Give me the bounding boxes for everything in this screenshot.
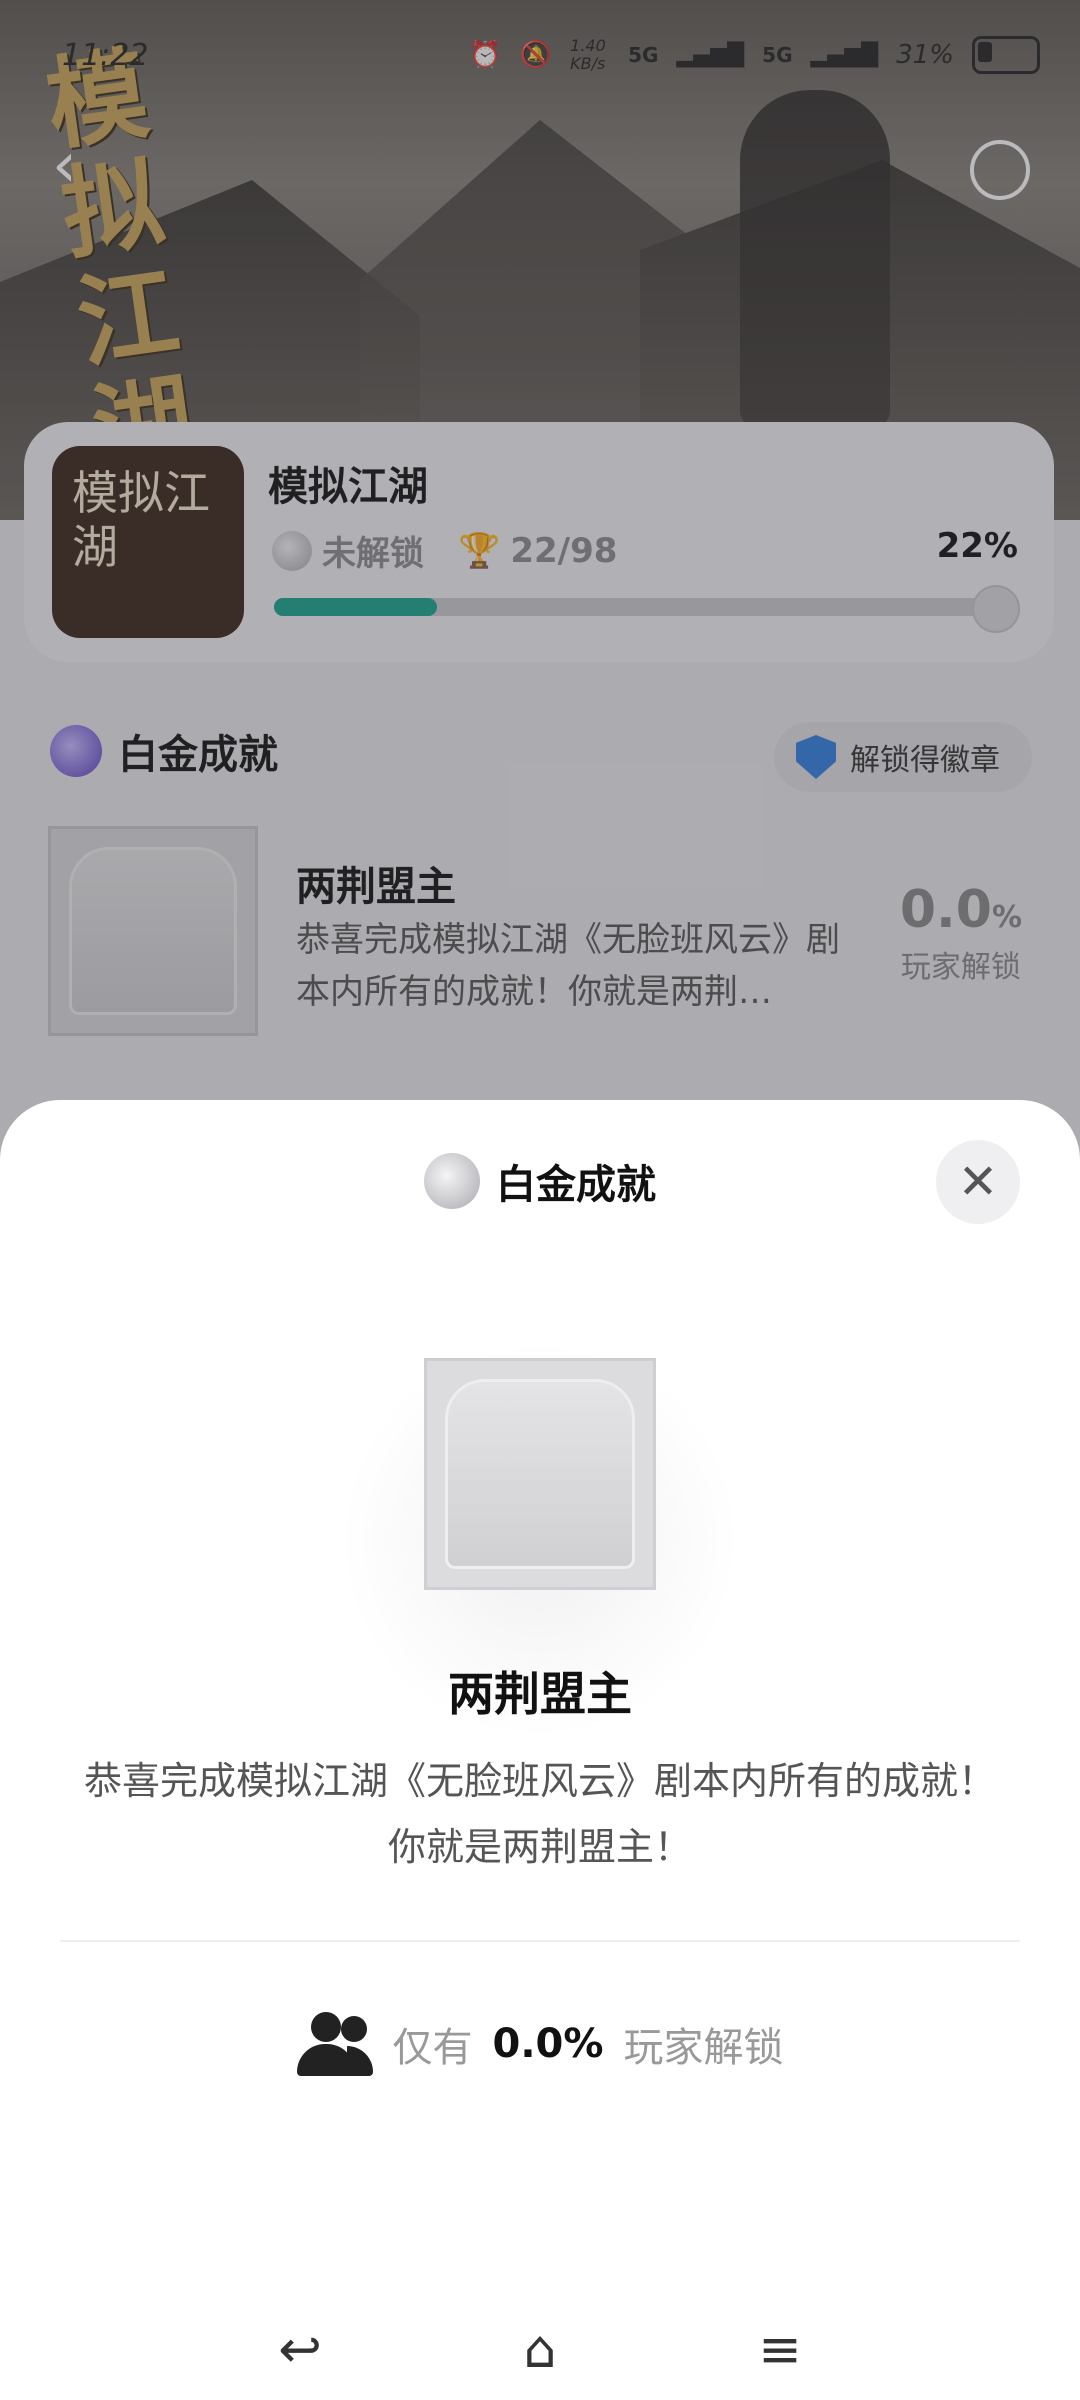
achievement-full-description: 恭喜完成模拟江湖《无脸班风云》剧本内所有的成就！你就是两荆盟主！: [83, 1759, 996, 1869]
unlock-value: 0.0%: [492, 2021, 604, 2067]
achievement-art: [445, 1379, 635, 1569]
unlock-suffix: 玩家解锁: [623, 2025, 784, 2071]
achievement-image: [424, 1358, 656, 1590]
nav-home-button[interactable]: ⌂: [510, 2320, 570, 2380]
unlock-stat: 仅有 0.0% 玩家解锁: [0, 2012, 1080, 2076]
sheet-title: 白金成就: [496, 1162, 656, 1208]
nav-back-button[interactable]: ↩: [270, 2320, 330, 2380]
menu-icon: ≡: [758, 2320, 802, 2380]
close-button[interactable]: ✕: [936, 1140, 1020, 1224]
nav-menu-button[interactable]: ≡: [750, 2320, 810, 2380]
achievement-detail-sheet: 白金成就 ✕ 两荆盟主 恭喜完成模拟江湖《无脸班风云》剧本内所有的成就！你就是两…: [0, 1100, 1080, 2400]
users-icon: [296, 2012, 373, 2076]
back-arrow-icon: ↩: [278, 2320, 322, 2380]
system-nav-bar: ↩ ⌂ ≡: [0, 2300, 1080, 2400]
sheet-header: 白金成就: [0, 1152, 1080, 1210]
home-icon: ⌂: [523, 2320, 557, 2380]
close-icon: ✕: [957, 1154, 999, 1210]
unlock-prefix: 仅有: [392, 2025, 473, 2071]
platinum-icon: [424, 1153, 480, 1209]
divider: [60, 1940, 1020, 1942]
achievement-title: 两荆盟主: [448, 1667, 632, 1721]
